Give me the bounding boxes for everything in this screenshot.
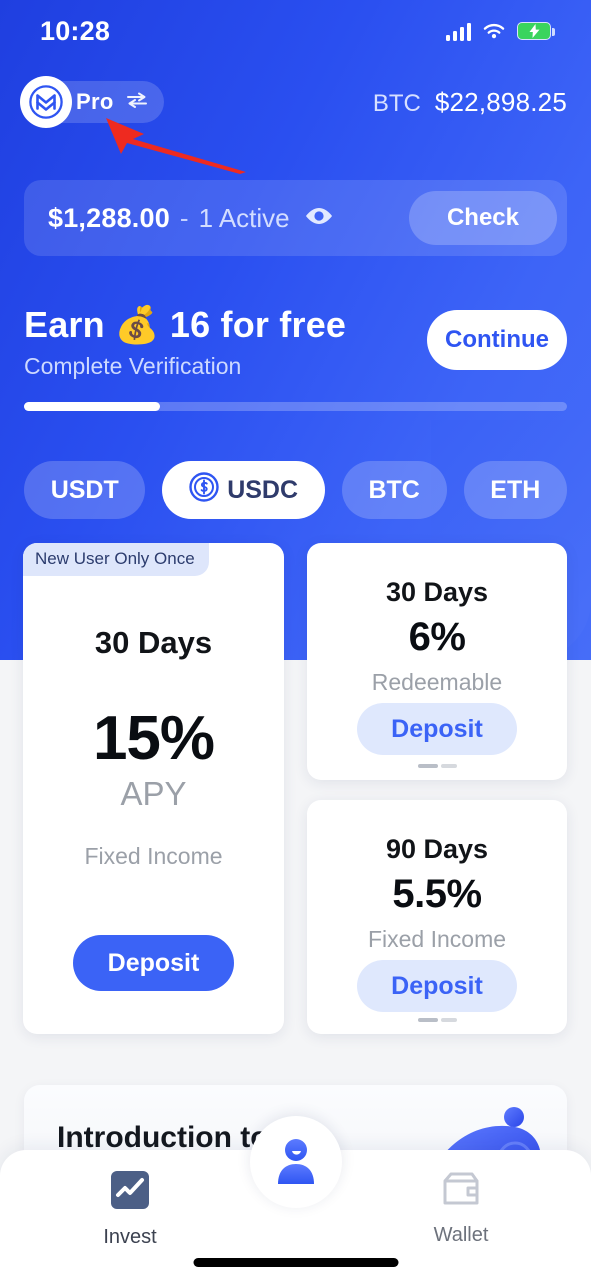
continue-button[interactable]: Continue bbox=[427, 310, 567, 370]
card-pagination-dots[interactable] bbox=[307, 1018, 567, 1022]
currency-tab-btc[interactable]: BTC bbox=[341, 461, 447, 519]
featured-income-type: Fixed Income bbox=[84, 843, 223, 869]
ticker-readout[interactable]: BTC $22,898.25 bbox=[373, 87, 567, 118]
featured-term: 30 Days bbox=[94, 625, 213, 660]
profile-person-icon bbox=[270, 1134, 322, 1191]
side-rate: 5.5% bbox=[392, 872, 482, 916]
app-logo-icon bbox=[20, 76, 72, 128]
verification-progress-fill bbox=[24, 402, 160, 411]
side-deposit-button[interactable]: Deposit bbox=[357, 703, 517, 755]
currency-tab-label: BTC bbox=[368, 475, 420, 504]
usdc-coin-icon bbox=[189, 471, 219, 502]
battery-charging-icon bbox=[517, 22, 555, 40]
swap-arrows-icon bbox=[126, 92, 148, 113]
verification-progress-bar bbox=[24, 402, 567, 411]
chart-invest-icon bbox=[108, 1168, 152, 1217]
card-pagination-dots[interactable] bbox=[307, 764, 567, 768]
bottom-tab-bar: Invest Wallet bbox=[0, 1116, 591, 1280]
currency-tab-label: ETH bbox=[490, 475, 541, 504]
side-income-type: Redeemable bbox=[371, 669, 503, 695]
earn-banner-subtitle: Complete Verification bbox=[24, 353, 242, 379]
featured-deposit-button[interactable]: Deposit bbox=[73, 935, 234, 991]
side-income-type: Fixed Income bbox=[367, 926, 507, 952]
earn-banner-title: Earn 💰 16 for free bbox=[24, 304, 346, 346]
featured-product-card[interactable]: New User Only Once 30 Days 15% APY Fixed… bbox=[23, 543, 284, 1034]
app-screen: 10:28 Pro BTC $22,898.25 $1,288.00 - 1 A… bbox=[0, 0, 591, 1280]
cellular-signal-icon bbox=[445, 22, 471, 41]
featured-rate: 15% bbox=[92, 704, 215, 773]
currency-tab-usdc[interactable]: USDC bbox=[162, 461, 325, 519]
currency-tab-label: USDT bbox=[50, 475, 119, 504]
app-logo-glyph bbox=[29, 85, 63, 119]
tab-invest[interactable]: Invest bbox=[60, 1168, 200, 1249]
status-bar: 10:28 bbox=[0, 0, 591, 62]
ticker-price: $22,898.25 bbox=[434, 86, 567, 117]
new-user-badge: New User Only Once bbox=[23, 543, 209, 576]
tab-profile-button[interactable] bbox=[249, 1116, 342, 1208]
earn-title-prefix: Earn bbox=[24, 304, 105, 345]
currency-tab-list: USDT USDC BTC ETH bbox=[24, 461, 567, 519]
currency-tab-eth[interactable]: ETH bbox=[463, 461, 567, 519]
balance-separator: - bbox=[179, 202, 189, 233]
wallet-icon bbox=[439, 1168, 483, 1215]
side-term: 30 Days bbox=[385, 577, 489, 607]
status-time: 10:28 bbox=[40, 15, 111, 46]
check-button[interactable]: Check bbox=[409, 191, 557, 245]
balance-amount: $1,288.00 bbox=[48, 202, 170, 233]
tab-wallet[interactable]: Wallet bbox=[391, 1168, 531, 1247]
charging-bolt-icon bbox=[529, 24, 539, 38]
home-indicator bbox=[193, 1258, 398, 1267]
active-count-label: 1 Active bbox=[198, 202, 290, 233]
pro-account-switcher[interactable]: Pro bbox=[20, 76, 164, 128]
usdc-coin-icon bbox=[189, 471, 219, 509]
tab-wallet-label: Wallet bbox=[433, 1224, 489, 1246]
side-product-card[interactable]: 90 Days 5.5% Fixed Income Deposit bbox=[307, 800, 567, 1034]
status-icons-group bbox=[445, 22, 555, 41]
balance-summary: $1,288.00 - 1 Active bbox=[48, 203, 334, 234]
pro-label: Pro bbox=[76, 89, 114, 114]
tab-invest-label: Invest bbox=[103, 1226, 157, 1248]
eye-icon[interactable] bbox=[304, 206, 334, 231]
balance-card[interactable]: $1,288.00 - 1 Active Check bbox=[24, 180, 567, 256]
side-product-card[interactable]: 30 Days 6% Redeemable Deposit bbox=[307, 543, 567, 780]
earn-title-suffix: 16 for free bbox=[169, 304, 347, 345]
brand-row: Pro BTC $22,898.25 bbox=[0, 72, 591, 132]
side-rate: 6% bbox=[408, 615, 466, 659]
currency-tab-usdt[interactable]: USDT bbox=[24, 461, 146, 519]
ticker-symbol: BTC bbox=[372, 89, 421, 117]
side-deposit-button[interactable]: Deposit bbox=[357, 960, 517, 1012]
currency-tab-label: USDC bbox=[227, 475, 299, 504]
wifi-icon bbox=[483, 23, 505, 38]
featured-rate-unit: APY bbox=[120, 775, 187, 812]
side-term: 90 Days bbox=[385, 834, 489, 864]
money-bag-icon: 💰 bbox=[114, 304, 160, 345]
